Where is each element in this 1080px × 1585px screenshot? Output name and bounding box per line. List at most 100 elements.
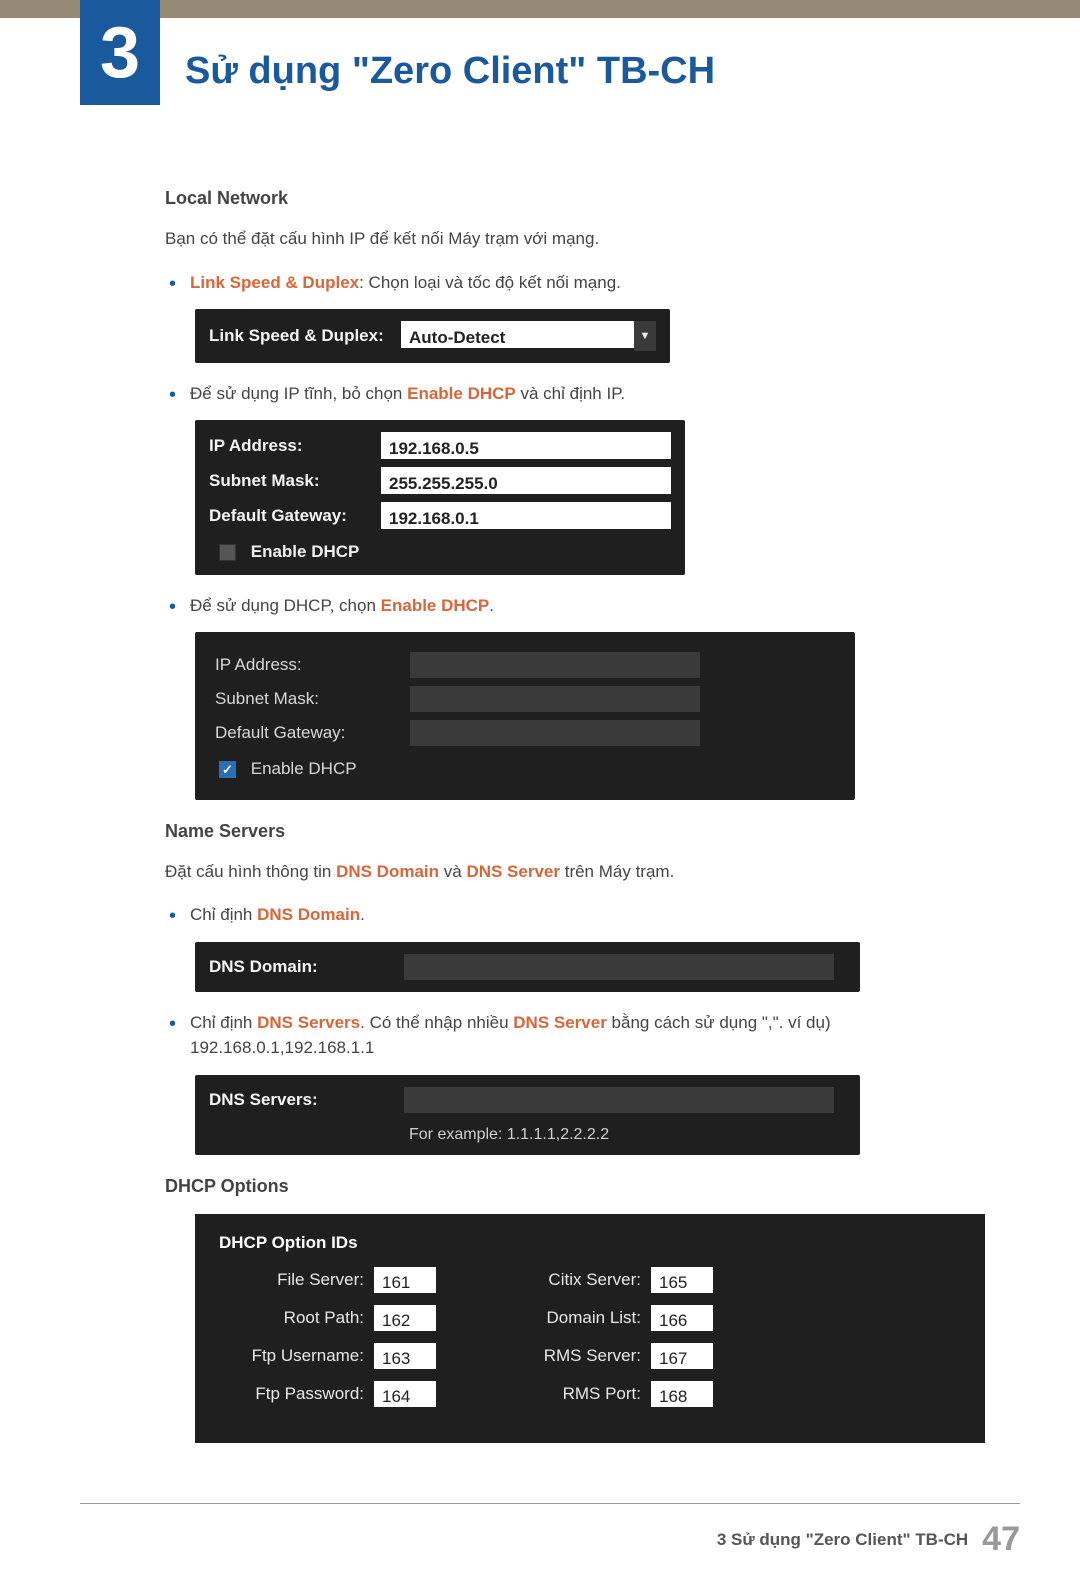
enable-dhcp-label: Enable DHCP — [251, 759, 357, 778]
bullet-icon: • — [169, 597, 176, 617]
ns-intro-b2: DNS Server — [466, 862, 560, 881]
page-content: Local Network Bạn có thể đặt cấu hình IP… — [165, 185, 985, 1443]
link-speed-select[interactable]: Auto-Detect — [401, 321, 656, 348]
rms-port-label: RMS Port: — [496, 1381, 641, 1407]
dns-domain-bold: DNS Domain — [257, 905, 360, 924]
ip-address-field[interactable]: 192.168.0.5 — [381, 432, 671, 459]
ftp-password-field[interactable]: 164 — [374, 1381, 436, 1407]
ip-address-label: IP Address: — [209, 433, 381, 459]
static-ip-panel: IP Address: 192.168.0.5 Subnet Mask: 255… — [195, 420, 685, 575]
bullet-icon: • — [169, 906, 176, 926]
table-row: Citix Server: 165 — [496, 1267, 713, 1293]
subnet-mask-label: Subnet Mask: — [209, 468, 381, 494]
table-row: RMS Port: 168 — [496, 1381, 713, 1407]
dns-servers-field[interactable] — [404, 1087, 834, 1113]
dns-srv-mid: . Có thể nhập nhiều — [360, 1013, 513, 1032]
local-network-intro: Bạn có thể đặt cấu hình IP để kết nối Má… — [165, 226, 985, 252]
ns-intro-mid: và — [439, 862, 466, 881]
dhcp-on-pre: Để sử dụng DHCP, chọn — [190, 596, 381, 615]
subnet-mask-label: Subnet Mask: — [215, 686, 410, 712]
static-ip-pre: Để sử dụng IP tĩnh, bỏ chọn — [190, 384, 407, 403]
link-speed-panel: Link Speed & Duplex: Auto-Detect ▼ — [195, 309, 670, 363]
header-strip — [0, 0, 1080, 18]
chevron-down-icon[interactable]: ▼ — [634, 321, 656, 351]
bullet-link-speed: • Link Speed & Duplex: Chọn loại và tốc … — [169, 270, 985, 296]
dhcp-enabled-panel: IP Address: Subnet Mask: Default Gateway… — [195, 632, 855, 800]
table-row: File Server: 161 — [219, 1267, 436, 1293]
link-speed-bold: Link Speed & Duplex — [190, 273, 359, 292]
bullet-icon: • — [169, 274, 176, 294]
link-speed-label: Link Speed & Duplex: — [209, 323, 401, 349]
static-ip-bold: Enable DHCP — [407, 384, 516, 403]
table-row: Domain List: 166 — [496, 1305, 713, 1331]
enable-dhcp-checkbox-unchecked[interactable] — [219, 544, 236, 561]
rms-server-label: RMS Server: — [496, 1343, 641, 1369]
ns-intro-b1: DNS Domain — [336, 862, 439, 881]
bullet-dns-servers: • Chỉ định DNS Servers. Có thể nhập nhiề… — [169, 1010, 985, 1061]
link-speed-text: : Chọn loại và tốc độ kết nối mạng. — [359, 273, 621, 292]
name-servers-intro: Đặt cấu hình thông tin DNS Domain và DNS… — [165, 859, 985, 885]
citix-server-field[interactable]: 165 — [651, 1267, 713, 1293]
table-row: RMS Server: 167 — [496, 1343, 713, 1369]
dns-srv-b1: DNS Servers — [257, 1013, 360, 1032]
local-network-heading: Local Network — [165, 185, 985, 212]
enable-dhcp-label: Enable DHCP — [251, 542, 360, 561]
bullet-static-ip: • Để sử dụng IP tĩnh, bỏ chọn Enable DHC… — [169, 381, 985, 407]
ftp-password-label: Ftp Password: — [219, 1381, 364, 1407]
dhcp-col-right: Citix Server: 165 Domain List: 166 RMS Ser… — [496, 1267, 713, 1419]
dns-domain-pre: Chỉ định — [190, 905, 257, 924]
default-gateway-label: Default Gateway: — [209, 503, 381, 529]
bullet-icon: • — [169, 385, 176, 405]
subnet-mask-field[interactable]: 255.255.255.0 — [381, 467, 671, 494]
rms-port-field[interactable]: 168 — [651, 1381, 713, 1407]
ftp-username-field[interactable]: 163 — [374, 1343, 436, 1369]
root-path-label: Root Path: — [219, 1305, 364, 1331]
bullet-dhcp-on: • Để sử dụng DHCP, chọn Enable DHCP. — [169, 593, 985, 619]
dns-servers-panel: DNS Servers: For example: 1.1.1.1,2.2.2.… — [195, 1075, 860, 1155]
default-gateway-field-disabled — [410, 720, 700, 746]
ns-intro-post: trên Máy trạm. — [560, 862, 674, 881]
dns-domain-panel: DNS Domain: — [195, 942, 860, 992]
dns-domain-field[interactable] — [404, 954, 834, 980]
citix-server-label: Citix Server: — [496, 1267, 641, 1293]
dhcp-options-heading: DHCP Options — [165, 1173, 985, 1200]
default-gateway-label: Default Gateway: — [215, 720, 410, 746]
dhcp-on-post: . — [489, 596, 494, 615]
dns-example-text: For example: 1.1.1.1,2.2.2.2 — [409, 1117, 846, 1147]
chapter-number: 3 — [80, 0, 160, 105]
ip-address-label: IP Address: — [215, 652, 410, 678]
domain-list-field[interactable]: 166 — [651, 1305, 713, 1331]
page-number: 47 — [982, 1514, 1020, 1565]
root-path-field[interactable]: 162 — [374, 1305, 436, 1331]
table-row: Ftp Password: 164 — [219, 1381, 436, 1407]
domain-list-label: Domain List: — [496, 1305, 641, 1331]
bullet-icon: • — [169, 1014, 176, 1034]
dns-srv-b2: DNS Server — [513, 1013, 607, 1032]
ftp-username-label: Ftp Username: — [219, 1343, 364, 1369]
table-row: Root Path: 162 — [219, 1305, 436, 1331]
footer-chapter-text: 3 Sử dụng "Zero Client" TB-CH — [717, 1527, 968, 1553]
dns-domain-label: DNS Domain: — [209, 954, 404, 980]
enable-dhcp-checkbox-checked[interactable]: ✓ — [219, 761, 236, 778]
page-footer: 3 Sử dụng "Zero Client" TB-CH 47 — [80, 1503, 1020, 1585]
chapter-header: 3 Sử dụng "Zero Client" TB-CH — [0, 18, 1080, 105]
ip-address-field-disabled — [410, 652, 700, 678]
dhcp-options-panel: DHCP Option IDs File Server: 161 Root Pat… — [195, 1214, 985, 1444]
file-server-field[interactable]: 161 — [374, 1267, 436, 1293]
default-gateway-field[interactable]: 192.168.0.1 — [381, 502, 671, 529]
dhcp-on-bold: Enable DHCP — [381, 596, 490, 615]
file-server-label: File Server: — [219, 1267, 364, 1293]
dns-srv-pre: Chỉ định — [190, 1013, 257, 1032]
subnet-mask-field-disabled — [410, 686, 700, 712]
dhcp-col-left: File Server: 161 Root Path: 162 Ftp Userna… — [219, 1267, 436, 1419]
ns-intro-pre: Đặt cấu hình thông tin — [165, 862, 336, 881]
table-row: Ftp Username: 163 — [219, 1343, 436, 1369]
name-servers-heading: Name Servers — [165, 818, 985, 845]
dns-servers-label: DNS Servers: — [209, 1087, 404, 1113]
static-ip-post: và chỉ định IP. — [516, 384, 625, 403]
dhcp-option-ids-title: DHCP Option IDs — [219, 1230, 961, 1256]
bullet-dns-domain: • Chỉ định DNS Domain. — [169, 902, 985, 928]
rms-server-field[interactable]: 167 — [651, 1343, 713, 1369]
chapter-title: Sử dụng "Zero Client" TB-CH — [185, 43, 715, 100]
dns-domain-post: . — [360, 905, 365, 924]
